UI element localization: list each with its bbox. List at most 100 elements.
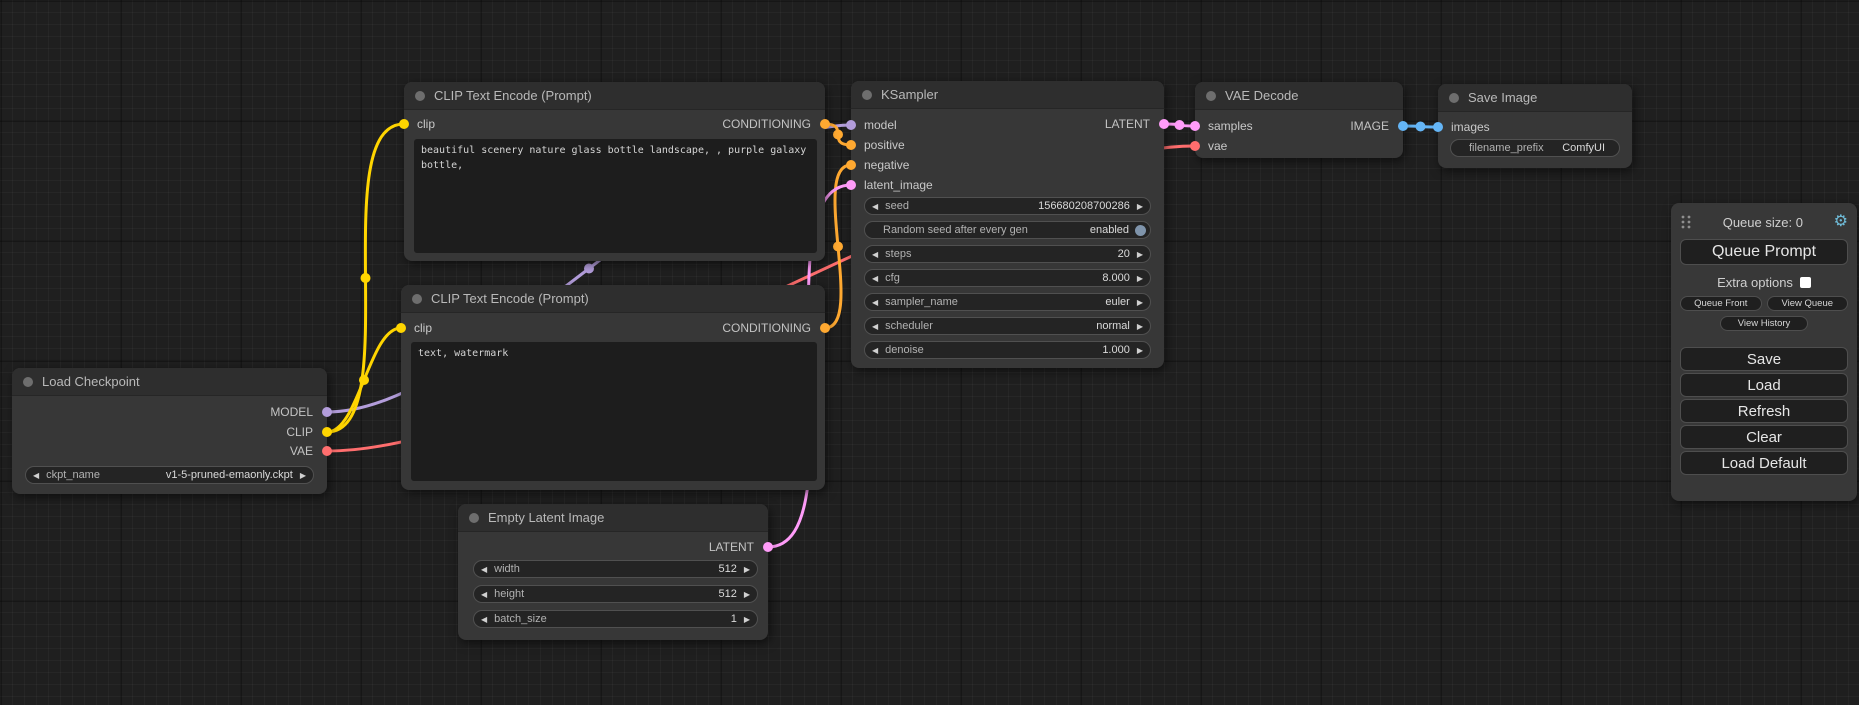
increment-arrow-icon[interactable]: ▶ (293, 471, 313, 480)
node-empty-latent-image[interactable]: Empty Latent Image LATENT ◀ width 512 ▶ … (458, 504, 768, 640)
extra-options-checkbox[interactable] (1800, 277, 1811, 288)
collapse-dot-icon[interactable] (1449, 93, 1459, 103)
load-button[interactable]: Load (1680, 373, 1848, 397)
queue-front-button[interactable]: Queue Front (1680, 296, 1762, 311)
widget-steps[interactable]: ◀ steps 20 ▶ (864, 245, 1151, 263)
refresh-button[interactable]: Refresh (1680, 399, 1848, 423)
widget-sampler-name[interactable]: ◀ sampler_name euler ▶ (864, 293, 1151, 311)
widget-label: sampler_name (885, 296, 958, 308)
prompt-textarea-negative[interactable]: text, watermark (411, 342, 817, 481)
node-graph-canvas[interactable]: Load Checkpoint MODEL CLIP VAE ◀ ckpt_na… (0, 0, 1859, 705)
input-slot-samples[interactable] (1190, 121, 1200, 131)
input-slot-positive[interactable] (846, 140, 856, 150)
widget-height[interactable]: ◀ height 512 ▶ (473, 585, 758, 603)
widget-label: width (494, 563, 520, 575)
widget-value: euler (1105, 296, 1129, 308)
settings-gear-icon[interactable]: ⚙ (1834, 214, 1848, 230)
input-slot-clip[interactable] (399, 119, 409, 129)
widget-ckpt-name[interactable]: ◀ ckpt_name v1-5-pruned-emaonly.ckpt ▶ (25, 466, 314, 484)
widget-cfg[interactable]: ◀ cfg 8.000 ▶ (864, 269, 1151, 287)
widget-value: 512 (718, 588, 736, 600)
output-label-model: MODEL (270, 404, 313, 420)
output-slot-conditioning[interactable] (820, 119, 830, 129)
widget-value: 156680208700286 (1038, 200, 1130, 212)
node-ksampler[interactable]: KSampler model positive negative latent_… (851, 81, 1164, 368)
decrement-arrow-icon[interactable]: ◀ (865, 346, 885, 355)
input-slot-images[interactable] (1433, 122, 1443, 132)
collapse-dot-icon[interactable] (415, 91, 425, 101)
save-button[interactable]: Save (1680, 347, 1848, 371)
increment-arrow-icon[interactable]: ▶ (1130, 250, 1150, 259)
increment-arrow-icon[interactable]: ▶ (1130, 202, 1150, 211)
increment-arrow-icon[interactable]: ▶ (737, 590, 757, 599)
link-midpoint-dot-cond-neg (833, 242, 843, 252)
decrement-arrow-icon[interactable]: ◀ (865, 274, 885, 283)
widget-label: filename_prefix (1451, 142, 1544, 154)
node-title-bar[interactable]: Empty Latent Image (458, 504, 768, 532)
input-slot-vae[interactable] (1190, 141, 1200, 151)
output-slot-conditioning[interactable] (820, 323, 830, 333)
link-midpoint-dot-cond-pos (833, 130, 843, 140)
node-title-bar[interactable]: KSampler (851, 81, 1164, 109)
load-default-button[interactable]: Load Default (1680, 451, 1848, 475)
widget-filename-prefix[interactable]: filename_prefix ComfyUI (1450, 139, 1620, 157)
view-history-button[interactable]: View History (1720, 316, 1808, 331)
widget-value: 8.000 (1102, 272, 1130, 284)
link-midpoint-dot-clip-neg (359, 375, 369, 385)
input-label-images: images (1451, 119, 1490, 135)
widget-denoise[interactable]: ◀ denoise 1.000 ▶ (864, 341, 1151, 359)
prompt-textarea-positive[interactable]: beautiful scenery nature glass bottle la… (414, 139, 817, 253)
collapse-dot-icon[interactable] (412, 294, 422, 304)
node-title-bar[interactable]: Save Image (1438, 84, 1632, 112)
node-title-bar[interactable]: VAE Decode (1195, 82, 1403, 110)
node-title-bar[interactable]: Load Checkpoint (12, 368, 327, 396)
increment-arrow-icon[interactable]: ▶ (1130, 274, 1150, 283)
node-load-checkpoint[interactable]: Load Checkpoint MODEL CLIP VAE ◀ ckpt_na… (12, 368, 327, 494)
collapse-dot-icon[interactable] (469, 513, 479, 523)
output-slot-vae[interactable] (322, 446, 332, 456)
increment-arrow-icon[interactable]: ▶ (1130, 298, 1150, 307)
queue-prompt-button[interactable]: Queue Prompt (1680, 239, 1848, 265)
output-slot-image[interactable] (1398, 121, 1408, 131)
widget-seed[interactable]: ◀ seed 156680208700286 ▶ (864, 197, 1151, 215)
decrement-arrow-icon[interactable]: ◀ (26, 471, 46, 480)
output-slot-model[interactable] (322, 407, 332, 417)
input-slot-clip[interactable] (396, 323, 406, 333)
widget-width[interactable]: ◀ width 512 ▶ (473, 560, 758, 578)
output-slot-clip[interactable] (322, 427, 332, 437)
collapse-dot-icon[interactable] (1206, 91, 1216, 101)
decrement-arrow-icon[interactable]: ◀ (865, 322, 885, 331)
toggle-knob-icon[interactable] (1135, 225, 1146, 236)
decrement-arrow-icon[interactable]: ◀ (865, 250, 885, 259)
decrement-arrow-icon[interactable]: ◀ (474, 615, 494, 624)
node-save-image[interactable]: Save Image images filename_prefix ComfyU… (1438, 84, 1632, 168)
node-clip-text-encode-positive[interactable]: CLIP Text Encode (Prompt) clip CONDITION… (404, 82, 825, 261)
decrement-arrow-icon[interactable]: ◀ (865, 202, 885, 211)
collapse-dot-icon[interactable] (23, 377, 33, 387)
node-vae-decode[interactable]: VAE Decode samples vae IMAGE (1195, 82, 1403, 158)
decrement-arrow-icon[interactable]: ◀ (474, 565, 494, 574)
node-title-bar[interactable]: CLIP Text Encode (Prompt) (401, 285, 825, 313)
collapse-dot-icon[interactable] (862, 90, 872, 100)
increment-arrow-icon[interactable]: ▶ (737, 565, 757, 574)
increment-arrow-icon[interactable]: ▶ (1130, 346, 1150, 355)
drag-handle-icon[interactable] (1680, 214, 1692, 230)
widget-scheduler[interactable]: ◀ scheduler normal ▶ (864, 317, 1151, 335)
node-title-bar[interactable]: CLIP Text Encode (Prompt) (404, 82, 825, 110)
widget-random-seed-toggle[interactable]: Random seed after every gen enabled (864, 221, 1151, 239)
decrement-arrow-icon[interactable]: ◀ (474, 590, 494, 599)
widget-batch-size[interactable]: ◀ batch_size 1 ▶ (473, 610, 758, 628)
output-slot-latent[interactable] (763, 542, 773, 552)
link-midpoint-dot-image (1416, 122, 1426, 132)
input-slot-latent-image[interactable] (846, 180, 856, 190)
node-clip-text-encode-negative[interactable]: CLIP Text Encode (Prompt) clip CONDITION… (401, 285, 825, 490)
decrement-arrow-icon[interactable]: ◀ (865, 298, 885, 307)
widget-value: ComfyUI (1562, 142, 1619, 154)
increment-arrow-icon[interactable]: ▶ (1130, 322, 1150, 331)
increment-arrow-icon[interactable]: ▶ (737, 615, 757, 624)
input-slot-negative[interactable] (846, 160, 856, 170)
clear-button[interactable]: Clear (1680, 425, 1848, 449)
input-slot-model[interactable] (846, 120, 856, 130)
view-queue-button[interactable]: View Queue (1767, 296, 1849, 311)
output-slot-latent[interactable] (1159, 119, 1169, 129)
